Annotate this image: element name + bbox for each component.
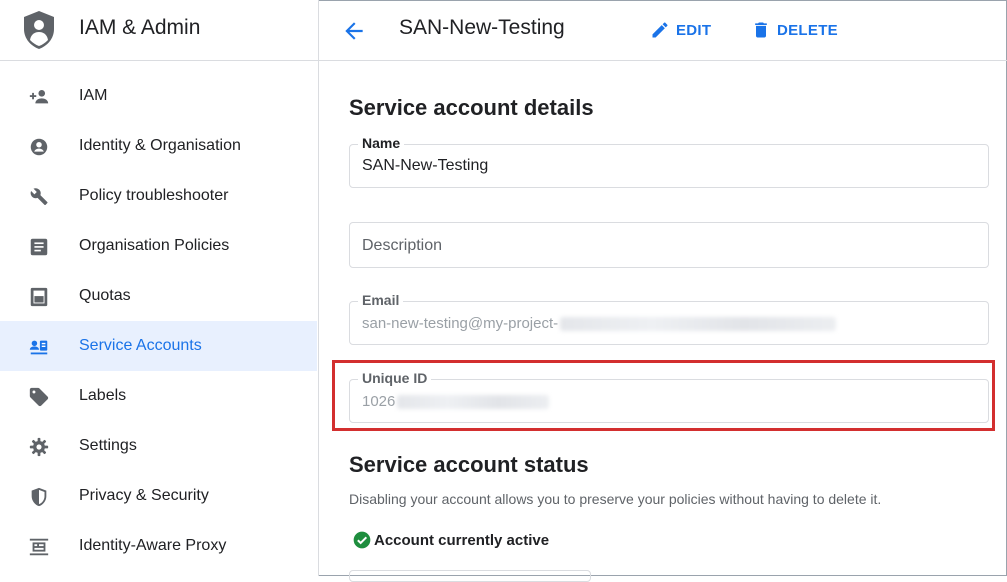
sidebar-item-label: Service Accounts [79,337,202,354]
email-field-label: Email [358,292,404,308]
sidebar-item-settings[interactable]: Settings [0,421,317,471]
name-field-value: SAN-New-Testing [362,157,489,174]
account-status-text: Account currently active [374,531,550,549]
email-field-value: san-new-testing@my-project- [362,315,837,332]
edit-button[interactable]: EDIT [650,18,711,42]
shield-person-icon [24,11,54,49]
trash-icon [755,22,767,38]
delete-label: DELETE [777,21,838,39]
app-title: IAM & Admin [79,16,201,39]
list-document-icon [30,238,48,256]
sidebar-item-label: Identity & Organisation [79,137,241,154]
sidebar-item-label: Quotas [79,287,131,304]
name-field[interactable]: Name SAN-New-Testing [349,135,989,188]
gear-icon [29,437,49,457]
sidebar-item-label: Labels [79,387,127,404]
sidebar-nav: IAM Identity & Organisation Policy troub… [0,71,318,571]
sidebar-brand: IAM & Admin [0,0,318,61]
sidebar-item-policy-troubleshooter[interactable]: Policy troubleshooter [0,171,317,221]
edit-label: EDIT [676,21,712,39]
sidebar-item-label: Organisation Policies [79,237,230,254]
sidebar-item-label: IAM [79,87,108,104]
name-field-label: Name [358,135,405,151]
sidebar: IAM & Admin IAM Identity & Organisation [0,0,319,576]
service-account-icon [29,340,48,355]
email-value-text: san-new-testing@my-project- [362,315,559,332]
description-field[interactable]: Description [349,222,989,268]
sidebar-item-label: Policy troubleshooter [79,187,229,204]
page-title: SAN-New-Testing [399,16,565,39]
back-arrow-icon[interactable] [341,18,367,44]
sidebar-item-label: Identity-Aware Proxy [79,537,227,554]
person-add-icon [29,90,49,104]
description-placeholder: Description [362,237,443,254]
proxy-icon [29,538,49,556]
pencil-icon [652,22,668,38]
tag-icon [29,387,49,407]
sidebar-item-identity-aware-proxy[interactable]: Identity-Aware Proxy [0,521,317,571]
status-section-title: Service account status [349,452,589,477]
sidebar-item-organisation-policies[interactable]: Organisation Policies [0,221,317,271]
sidebar-item-identity-organisation[interactable]: Identity & Organisation [0,121,317,171]
sidebar-item-service-accounts[interactable]: Service Accounts [0,321,317,371]
account-circle-icon [30,138,48,156]
sidebar-item-privacy-security[interactable]: Privacy & Security [0,471,317,521]
redacted-email-part [560,317,837,332]
status-description: Disabling your account allows you to pre… [349,491,882,507]
page-header: SAN-New-Testing EDIT DELETE [319,0,1007,61]
status-action-button[interactable] [349,570,591,582]
sidebar-item-quotas[interactable]: Quotas [0,271,317,321]
sidebar-item-iam[interactable]: IAM [0,71,317,121]
unique-id-highlight-box [332,360,995,431]
wrench-icon [30,188,48,205]
email-field: Email san-new-testing@my-project- [349,292,989,345]
delete-button[interactable]: DELETE [751,18,838,42]
check-circle-icon [353,531,371,549]
quota-meter-icon [30,287,48,307]
sidebar-item-label: Privacy & Security [79,487,209,504]
shield-icon [31,487,47,507]
account-status-row: Account currently active [352,530,549,550]
sidebar-item-labels[interactable]: Labels [0,371,317,421]
sidebar-item-label: Settings [79,437,137,454]
details-section-title: Service account details [349,95,594,120]
